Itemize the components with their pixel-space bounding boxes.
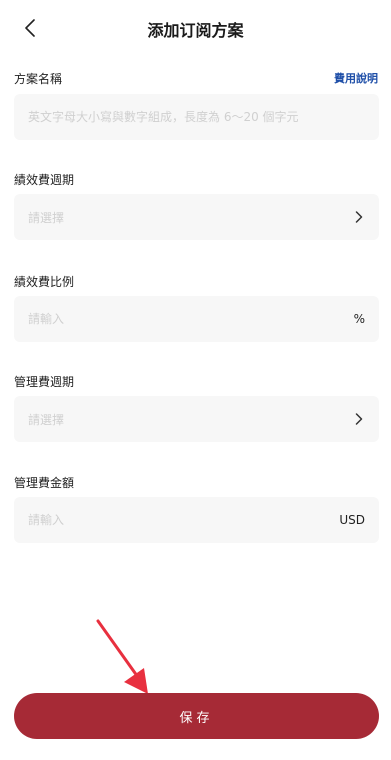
percent-suffix: % bbox=[353, 312, 365, 326]
page-title: 添加订阅方案 bbox=[147, 21, 244, 40]
chevron-right-icon bbox=[353, 412, 365, 426]
management-fee-amount-input[interactable] bbox=[28, 513, 340, 527]
performance-fee-ratio-input[interactable] bbox=[28, 312, 354, 326]
performance-fee-ratio-label: 績效費比例 bbox=[14, 275, 75, 289]
fee-explanation-link[interactable]: 費用說明 bbox=[334, 70, 378, 86]
performance-fee-ratio-field[interactable]: % bbox=[14, 296, 379, 342]
performance-fee-cycle-label: 績效費週期 bbox=[14, 173, 75, 187]
header: 添加订阅方案 bbox=[0, 0, 391, 56]
usd-suffix: USD bbox=[339, 513, 365, 527]
management-fee-amount-field[interactable]: USD bbox=[14, 497, 379, 543]
plan-name-input[interactable] bbox=[28, 110, 365, 124]
add-subscription-plan-screen: 添加订阅方案 方案名稱 費用說明 績效費週期 請選擇 績效費比例 % 管理費週期… bbox=[0, 0, 391, 760]
plan-name-label: 方案名稱 bbox=[14, 72, 63, 86]
performance-fee-cycle-select[interactable]: 請選擇 bbox=[14, 194, 379, 240]
management-fee-amount-label: 管理費金額 bbox=[14, 476, 75, 490]
performance-fee-cycle-placeholder: 請選擇 bbox=[28, 210, 65, 225]
management-fee-cycle-select[interactable]: 請選擇 bbox=[14, 396, 379, 442]
chevron-right-icon bbox=[353, 210, 365, 224]
annotation-arrow-icon bbox=[96, 619, 148, 694]
management-fee-cycle-placeholder: 請選擇 bbox=[28, 412, 65, 427]
plan-name-field[interactable] bbox=[14, 94, 379, 140]
save-button[interactable]: 保存 bbox=[14, 693, 379, 739]
management-fee-cycle-label: 管理費週期 bbox=[14, 375, 75, 389]
